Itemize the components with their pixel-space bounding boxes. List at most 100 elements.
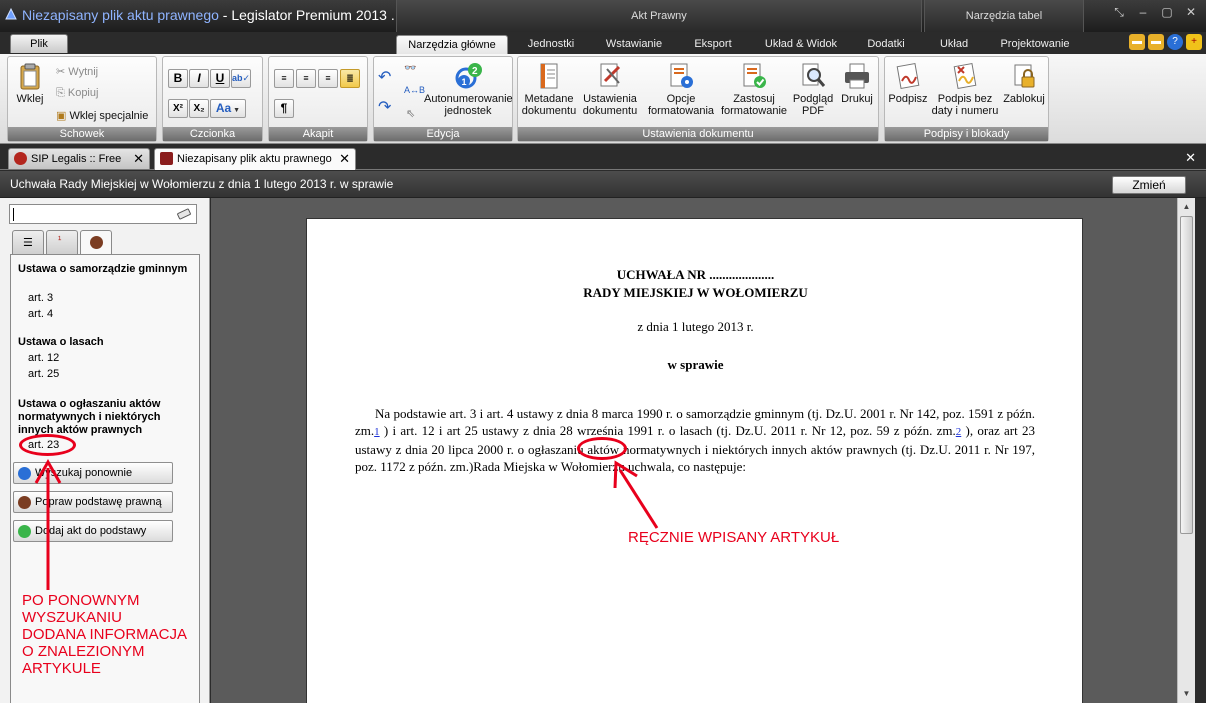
signature-icon [896,63,920,89]
tab-eksport[interactable]: Eksport [682,35,744,54]
align-right-icon[interactable]: ≡ [318,69,338,88]
add-act-button[interactable]: Dodaj akt do podstawy [13,520,173,542]
annotation-ellipse-document [577,437,627,460]
ctx-group-akt-prawny: Akt Prawny [396,0,922,32]
italic-button[interactable]: I [189,69,209,88]
doc-legal-basis-paragraph: Na podstawie art. 3 i art. 4 ustawy z dn… [355,406,1036,474]
plus-icon [18,525,31,538]
footnote-icon: ¹ [58,235,62,246]
notes-icon[interactable]: + [1186,34,1202,50]
search-again-button[interactable]: Wyszukaj ponownie [13,462,173,484]
copy-button[interactable]: ⎘ Kopiuj [56,87,98,100]
panel-tab-legal-basis[interactable] [80,230,112,255]
annotation-left-line1: PO PONOWNYM [22,592,140,609]
document-page[interactable]: UCHWAŁA NR .................... RADY MIE… [306,218,1083,703]
apply-format-icon [743,63,766,88]
pilcrow-button[interactable]: ¶ [274,99,294,118]
tab-projektowanie[interactable]: Projektowanie [990,35,1080,54]
annotation-left-line2: WYSZUKANIU [22,609,123,626]
tab-narzedzia-glowne[interactable]: Narzędzia główne [396,35,508,54]
restore-icon[interactable]: ⤡ [1108,4,1130,20]
document-settings-button[interactable]: Ustawienia dokumentu [580,61,640,117]
act-title-item[interactable]: Ustawa o samorządzie gminnym [18,263,188,276]
bold-button[interactable]: B [168,69,188,88]
window-right-edge [1195,198,1206,703]
minimize-icon[interactable]: – [1132,4,1154,20]
article-item[interactable]: art. 3 [28,292,53,304]
act-file-icon [160,152,173,165]
search-input[interactable] [9,204,197,224]
change-case-button[interactable]: Aa ▼ [210,99,246,118]
quick-icons: ▬ ▬ ? + [1129,34,1202,50]
print-button[interactable]: Drukuj [836,61,878,105]
replace-icon[interactable]: A↔B [404,85,425,95]
article-item[interactable]: art. 25 [28,368,59,380]
panel-tab-footnotes[interactable]: ¹ [46,230,78,254]
paste-special-icon: ▣ [56,110,70,122]
align-center-icon[interactable]: ≡ [296,69,316,88]
file-tab[interactable]: Plik [10,34,68,53]
paste-special-button[interactable]: ▣ Wklej specjalnie [56,109,148,122]
group-label-akapit: Akapit [269,127,367,141]
article-item[interactable]: art. 4 [28,308,53,320]
book-icon [18,496,31,509]
eraser-icon[interactable] [176,208,192,220]
copy-icon: ⎘ [56,87,68,99]
fix-legal-basis-button[interactable]: Popraw podstawę prawną [13,491,173,513]
act-title: Uchwała Rady Miejskiej w Wołomierzu z dn… [10,177,394,191]
help-icon[interactable]: ? [1167,34,1183,50]
folder-open-icon[interactable]: ▬ [1148,34,1164,50]
tab-wstawianie[interactable]: Wstawianie [596,35,672,54]
annotation-left-line5: ARTYKULE [22,660,101,677]
panel-tab-structure[interactable]: ☰ [12,230,44,254]
underline-button[interactable]: U [210,69,230,88]
tab-unsaved-act[interactable]: Niezapisany plik aktu prawnego ✕ [154,148,356,170]
close-tab-icon[interactable]: ✕ [133,149,144,169]
tab-jednostki[interactable]: Jednostki [516,35,586,54]
folder-icon[interactable]: ▬ [1129,34,1145,50]
spellcheck-icon[interactable]: ab✓ [231,69,251,88]
align-left-icon[interactable]: ≡ [274,69,294,88]
align-justify-icon[interactable]: ≣ [340,69,360,88]
scroll-thumb[interactable] [1180,216,1193,534]
close-all-tabs-icon[interactable]: ✕ [1185,150,1196,166]
superscript-button[interactable]: X² [168,99,188,118]
tab-uklad[interactable]: Układ [930,35,978,54]
maximize-icon[interactable]: ▢ [1156,4,1178,20]
tab-dodatki[interactable]: Dodatki [858,35,914,54]
close-icon[interactable]: ✕ [1180,4,1202,20]
close-tab-icon[interactable]: ✕ [339,149,350,169]
signature-nodate-icon [953,63,977,89]
tab-sip-legalis[interactable]: SIP Legalis :: Free ✕ [8,148,150,169]
tab-uklad-widok[interactable]: Układ & Widok [756,35,846,54]
metadata-button[interactable]: Metadane dokumentu [520,61,578,117]
act-title-item[interactable]: Ustawa o lasach [18,336,188,349]
scroll-up-icon[interactable]: ▲ [1178,200,1195,214]
annotation-ellipse-panel [19,434,76,456]
paste-button[interactable]: Wklej [12,61,48,105]
undo-icon[interactable]: ↶ [378,67,391,87]
formatting-options-button[interactable]: Opcje formatowania [646,61,716,117]
pdf-preview-button[interactable]: Podgląd PDF [790,61,836,117]
redo-icon[interactable]: ↷ [378,97,391,117]
sign-button[interactable]: Podpisz [887,61,929,105]
sign-without-date-button[interactable]: Podpis bez daty i numeru [931,61,999,117]
group-czcionka: B I U ab✓ X² X₂ Aa ▼ Czcionka [162,56,263,142]
act-title-item[interactable]: Ustawa o ogłaszaniu aktów normatywnych i… [18,398,188,437]
lock-button[interactable]: Zablokuj [1001,61,1047,105]
apply-formatting-button[interactable]: Zastosuj formatowanie [718,61,790,117]
group-akapit: ≡ ≡ ≡ ≣ ¶ Akapit [268,56,368,142]
ribbon: Wklej ✂ Wytnij ⎘ Kopiuj ▣ Wklej specjaln… [0,54,1206,144]
app-logo-icon [5,7,17,20]
group-label-podpisy: Podpisy i blokady [885,127,1048,141]
vertical-scrollbar[interactable]: ▲ ▼ [1177,198,1195,703]
article-item[interactable]: art. 12 [28,352,59,364]
act-title-bar: Uchwała Rady Miejskiej w Wołomierzu z dn… [0,171,1206,198]
subscript-button[interactable]: X₂ [189,99,209,118]
find-icon[interactable]: 👓 [404,63,416,74]
select-cursor-icon[interactable]: ⇖ [406,107,415,120]
autonumber-button[interactable]: 21 Autonumerowanie jednostek [424,61,513,117]
scroll-down-icon[interactable]: ▼ [1178,687,1195,701]
cut-button[interactable]: ✂ Wytnij [56,65,98,78]
change-title-button[interactable]: Zmień [1112,176,1186,194]
